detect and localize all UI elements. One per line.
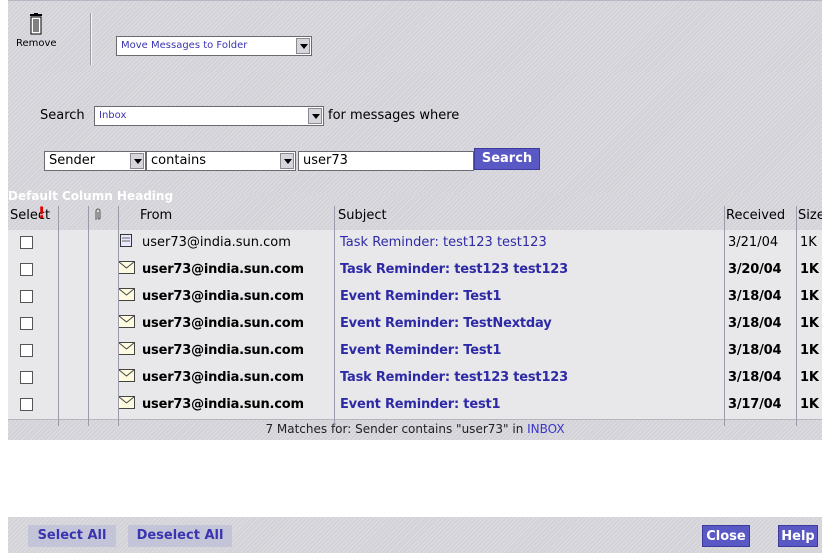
row-subject-link[interactable]: Task Reminder: test123 test123 — [340, 262, 568, 277]
trash-icon — [30, 13, 42, 35]
row-from: user73@india.sun.com — [142, 397, 304, 412]
row-checkbox[interactable] — [20, 317, 33, 330]
row-size: 1K — [800, 316, 819, 331]
row-size: 1K — [800, 343, 819, 358]
column-header-from[interactable]: From — [140, 208, 172, 223]
table-row[interactable]: user73@india.sun.com Event Reminder: Test… — [8, 284, 822, 312]
toolbar-divider — [90, 13, 92, 65]
matches-folder-link[interactable]: INBOX — [527, 422, 564, 436]
column-divider — [58, 206, 59, 426]
operator-select[interactable]: contains — [146, 151, 296, 171]
envelope-icon — [118, 342, 135, 355]
column-divider — [88, 206, 89, 426]
footer-bar: Select All Deselect All Close Help — [8, 517, 822, 553]
column-divider — [334, 206, 335, 426]
row-size: 1K — [800, 397, 819, 412]
select-all-button[interactable]: Select All — [28, 525, 116, 547]
column-divider — [118, 206, 119, 426]
search-button[interactable]: Search — [474, 148, 540, 170]
row-size: 1K — [800, 262, 819, 277]
row-received: 3/17/04 — [728, 397, 782, 412]
envelope-icon — [118, 288, 135, 301]
row-subject-link[interactable]: Task Reminder: test123 test123 — [340, 370, 568, 385]
close-button[interactable]: Close — [702, 525, 750, 547]
row-received: 3/20/04 — [728, 262, 782, 277]
row-size: 1K — [800, 370, 819, 385]
row-from: user73@india.sun.com — [142, 343, 304, 358]
row-received: 3/18/04 — [728, 370, 782, 385]
chevron-down-icon — [308, 108, 322, 124]
chevron-down-icon — [280, 153, 294, 169]
row-received: 3/18/04 — [728, 289, 782, 304]
table-row[interactable]: user73@india.sun.com Event Reminder: test… — [8, 392, 822, 420]
matches-text: 7 Matches for: Sender contains "user73" … — [265, 422, 528, 436]
row-subject-link[interactable]: Event Reminder: Test1 — [340, 289, 501, 304]
chevron-down-icon — [296, 38, 310, 54]
field-select-value: Sender — [49, 153, 96, 168]
column-header-subject[interactable]: Subject — [338, 208, 387, 223]
move-to-folder-select[interactable]: Move Messages to Folder — [116, 36, 312, 56]
search-panel: Search Inbox for messages where Sender c… — [8, 72, 822, 194]
search-label: Search — [40, 108, 85, 123]
row-checkbox[interactable] — [20, 344, 33, 357]
table-row[interactable]: user73@india.sun.com Event Reminder: Test… — [8, 311, 822, 339]
row-checkbox[interactable] — [20, 398, 33, 411]
column-header-received[interactable]: Received — [726, 208, 785, 223]
folder-select-value: Inbox — [99, 110, 127, 121]
envelope-icon — [118, 315, 135, 328]
operator-select-value: contains — [151, 153, 207, 168]
table-row[interactable]: user73@india.sun.com Event Reminder: Test… — [8, 338, 822, 366]
row-from: user73@india.sun.com — [142, 316, 304, 331]
row-size: 1K — [800, 289, 819, 304]
deselect-all-button[interactable]: Deselect All — [128, 525, 232, 547]
matches-summary: 7 Matches for: Sender contains "user73" … — [8, 420, 822, 438]
remove-button[interactable]: Remove — [16, 13, 57, 49]
table-row[interactable]: user73@india.sun.com Task Reminder: test1… — [8, 257, 822, 285]
table-row[interactable]: user73@india.sun.com Task Reminder: test1… — [8, 230, 822, 258]
folder-select[interactable]: Inbox — [94, 106, 324, 126]
remove-label: Remove — [16, 38, 57, 49]
envelope-icon — [118, 369, 135, 382]
row-received: 3/21/04 — [728, 235, 779, 250]
table-row[interactable]: user73@india.sun.com Task Reminder: test1… — [8, 365, 822, 393]
envelope-icon — [118, 261, 135, 274]
row-subject-link[interactable]: Task Reminder: test123 test123 — [340, 235, 547, 250]
row-from: user73@india.sun.com — [142, 262, 304, 277]
results-panel: Default Column Heading Select ! From Sub… — [8, 189, 822, 440]
row-checkbox[interactable] — [20, 290, 33, 303]
toolbar: Remove Move Messages to Folder — [8, 0, 822, 73]
row-subject-link[interactable]: Event Reminder: test1 — [340, 397, 501, 412]
priority-icon[interactable]: ! — [38, 203, 45, 222]
row-subject-link[interactable]: Event Reminder: TestNextday — [340, 316, 552, 331]
column-header-size[interactable]: Size — [798, 208, 822, 223]
chevron-down-icon — [130, 153, 144, 169]
envelope-icon — [118, 396, 135, 409]
row-from: user73@india.sun.com — [142, 289, 304, 304]
search-value-text: user73 — [303, 153, 348, 168]
search-tail-text: for messages where — [328, 108, 460, 123]
row-size: 1K — [800, 235, 817, 250]
row-subject-link[interactable]: Event Reminder: Test1 — [340, 343, 501, 358]
row-from: user73@india.sun.com — [142, 370, 304, 385]
column-divider — [796, 206, 797, 426]
search-value-input[interactable]: user73 — [298, 151, 474, 171]
row-checkbox[interactable] — [20, 236, 33, 249]
move-to-folder-value: Move Messages to Folder — [121, 40, 248, 51]
column-divider — [724, 206, 725, 426]
row-checkbox[interactable] — [20, 371, 33, 384]
field-select[interactable]: Sender — [44, 151, 146, 171]
section-heading: Default Column Heading — [8, 189, 174, 203]
row-received: 3/18/04 — [728, 316, 782, 331]
row-received: 3/18/04 — [728, 343, 782, 358]
read-message-icon — [120, 234, 132, 247]
paperclip-icon[interactable] — [94, 208, 102, 222]
help-button[interactable]: Help — [778, 525, 818, 547]
row-from: user73@india.sun.com — [142, 235, 291, 250]
row-checkbox[interactable] — [20, 263, 33, 276]
